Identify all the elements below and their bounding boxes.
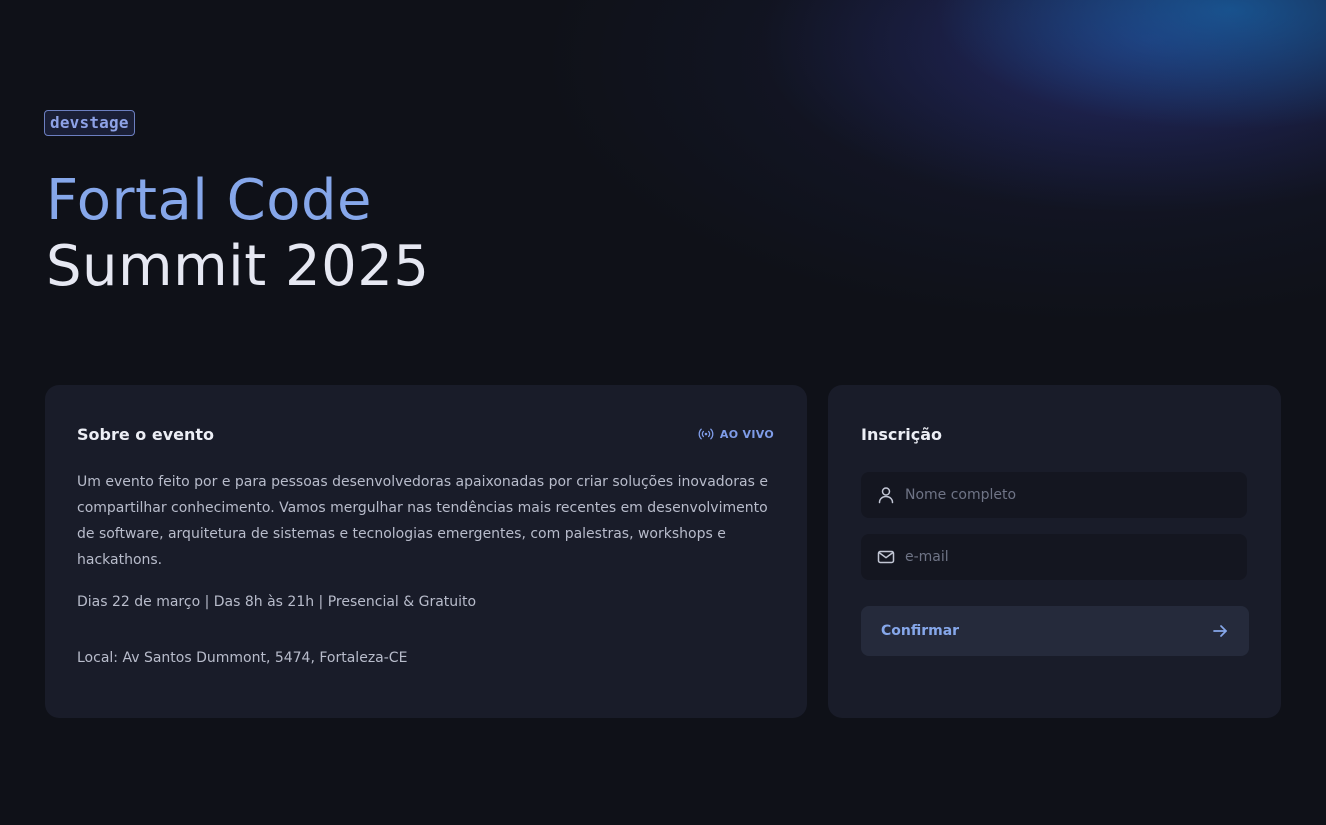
about-title: Sobre o evento [77,424,215,444]
radio-broadcast-icon [698,428,714,440]
arrow-right-icon [1213,625,1227,637]
event-title-line1: Fortal Code [46,168,372,233]
event-location: Local: Av Santos Dummont, 5474, Fortalez… [77,650,408,666]
confirm-label: Confirmar [881,623,960,639]
about-description: Um evento feito por e para pessoas desen… [77,474,768,568]
signup-card-header: Inscrição [861,423,1248,445]
signup-title: Inscrição [861,424,942,444]
event-title-line2: Summit 2025 [46,234,430,299]
about-card: Sobre o evento AO VIVO Um evento feito p… [45,385,807,718]
about-card-header: Sobre o evento AO VIVO [77,423,775,445]
name-field[interactable] [861,472,1247,518]
email-field[interactable] [861,534,1247,580]
event-title: Fortal Code Summit 2025 [46,168,429,300]
live-badge: AO VIVO [698,428,774,441]
live-label: AO VIVO [719,427,774,441]
signup-form [861,472,1248,580]
page: devstage Fortal Code Summit 2025 Sobre o… [0,0,1326,825]
signup-card: Inscrição Confirmar [828,385,1281,718]
name-input[interactable] [905,487,1232,503]
mail-icon [877,550,895,564]
devstage-logo: devstage [44,110,135,136]
confirm-button[interactable]: Confirmar [861,606,1249,656]
email-input[interactable] [905,549,1232,565]
event-schedule: Dias 22 de março | Das 8h às 21h | Prese… [77,594,477,610]
user-icon [878,487,894,504]
